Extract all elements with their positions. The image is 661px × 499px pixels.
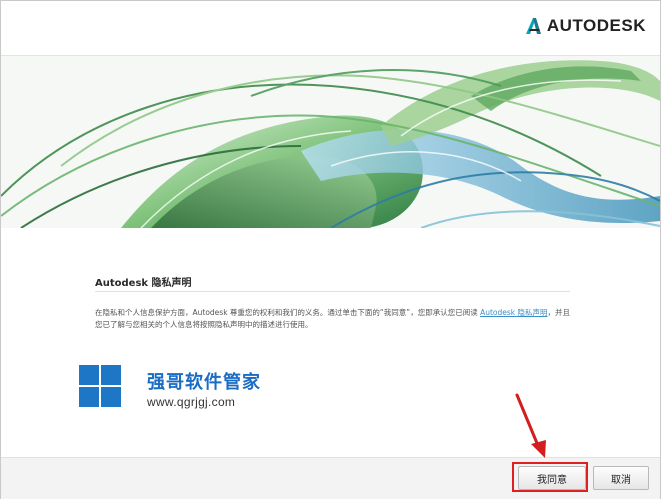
watermark-site-name: 强哥软件管家	[147, 372, 261, 393]
header-bar: AUTODESK	[1, 1, 660, 56]
installer-window: AUTODESK Autodesk 隐私声明 在隐私和个人信息保护方面，Auto…	[0, 0, 661, 499]
watermark-site-url: www.qgrjgj.com	[147, 395, 236, 409]
privacy-statement-link[interactable]: Autodesk 隐私声明	[480, 308, 547, 317]
agree-button-highlight-box	[512, 462, 588, 492]
brand: AUTODESK	[524, 16, 646, 36]
privacy-title: Autodesk 隐私声明	[95, 278, 192, 289]
banner-ribbons-image	[1, 56, 660, 228]
title-divider	[95, 291, 570, 292]
privacy-body: 在隐私和个人信息保护方面，Autodesk 尊重您的权利和我们的义务。通过单击下…	[95, 307, 575, 331]
brand-name: AUTODESK	[546, 16, 646, 35]
privacy-body-text-1: 在隐私和个人信息保护方面，Autodesk 尊重您的权利和我们的义务。通过单击下…	[95, 308, 481, 317]
cancel-button[interactable]: 取消	[593, 466, 649, 490]
banner-artwork	[1, 56, 660, 228]
autodesk-a-logo-icon	[525, 18, 541, 34]
windows-logo-icon	[79, 365, 121, 407]
